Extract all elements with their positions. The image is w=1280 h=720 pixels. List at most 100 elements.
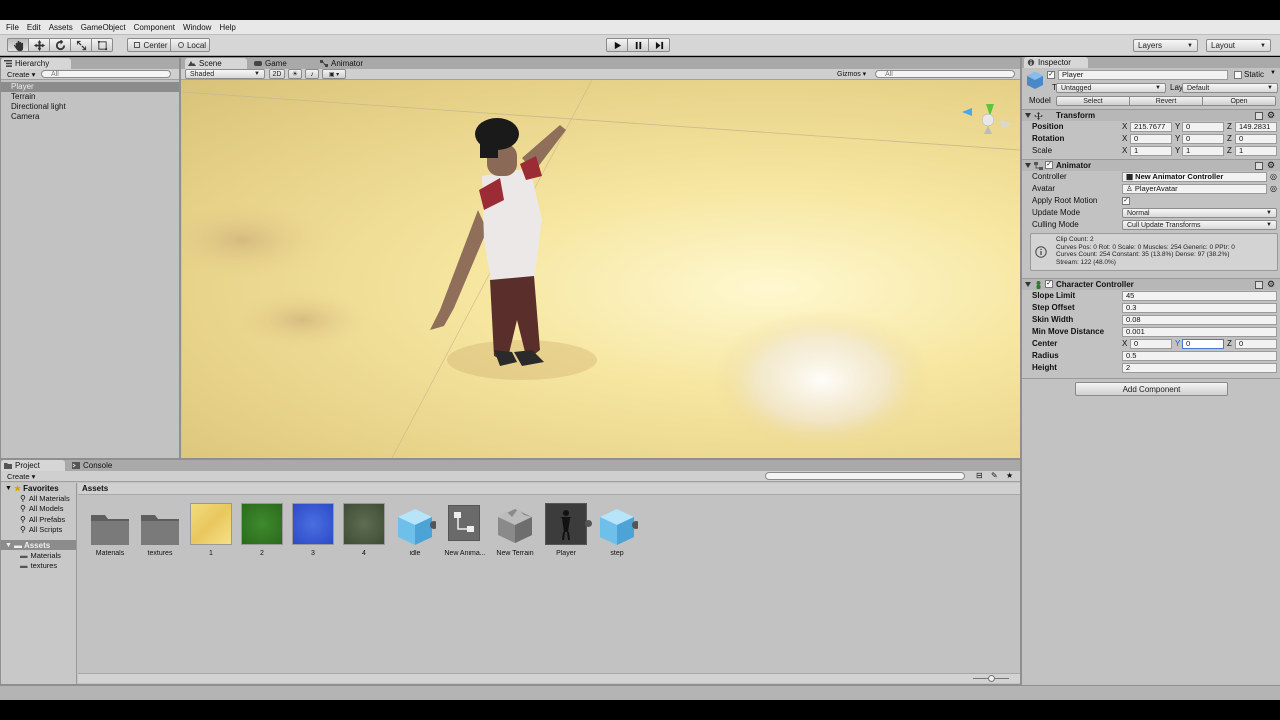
scene-viewport[interactable] [182, 80, 1020, 458]
assets-node[interactable]: ▼ ▬ Assets [1, 540, 76, 550]
apply-root-motion-checkbox[interactable]: ✓ [1122, 197, 1130, 205]
tab-game[interactable]: Game [251, 58, 307, 69]
scene-lighting-button[interactable]: ☀ [288, 69, 302, 79]
component-gear-icon[interactable]: ⚙ [1267, 279, 1275, 290]
favorites-node[interactable]: ▼ ★ Favorites [1, 483, 76, 493]
hierarchy-item-terrain[interactable]: Terrain [1, 92, 179, 102]
avatar-field[interactable]: ♙ PlayerAvatar [1122, 184, 1267, 194]
menu-assets[interactable]: Assets [47, 20, 79, 35]
scene-effects-button[interactable]: ▣ ▾ [322, 69, 346, 79]
pivot-local-button[interactable]: Local [170, 38, 210, 52]
rotation-z-field[interactable]: 0 [1235, 134, 1277, 144]
tab-project[interactable]: Project [1, 460, 65, 471]
center-z-field[interactable]: 0 [1235, 339, 1277, 349]
object-name-field[interactable]: Player [1058, 70, 1228, 80]
menu-window[interactable]: Window [181, 20, 217, 35]
center-y-field[interactable]: 0 [1182, 339, 1224, 349]
model-open-button[interactable]: Open [1202, 96, 1276, 106]
pivot-center-button[interactable]: Center [127, 38, 171, 52]
position-z-field[interactable]: 149.2831 [1235, 122, 1277, 132]
rect-tool-button[interactable] [91, 38, 113, 52]
player-character[interactable] [430, 118, 566, 366]
favorite-item[interactable]: ⚲ All Scripts [1, 525, 76, 536]
scene-audio-button[interactable]: ♪ [305, 69, 319, 79]
animator-header[interactable]: ✓ Animator ⚙ [1022, 159, 1280, 171]
model-revert-button[interactable]: Revert [1129, 96, 1203, 106]
scale-y-field[interactable]: 1 [1182, 146, 1224, 156]
play-button[interactable] [606, 38, 628, 52]
pause-button[interactable] [627, 38, 649, 52]
hierarchy-create-button[interactable]: Create ▾ [7, 70, 35, 79]
zoom-slider-handle[interactable] [988, 675, 995, 682]
static-dropdown-arrow-icon[interactable]: ▼ [1270, 70, 1276, 76]
menu-component[interactable]: Component [132, 20, 181, 35]
static-checkbox[interactable] [1234, 71, 1242, 79]
hierarchy-search-input[interactable]: All [41, 70, 171, 78]
search-by-label-icon[interactable]: ✎ [991, 471, 998, 480]
transform-header[interactable]: Transform ⚙ [1022, 109, 1280, 121]
gizmos-dropdown[interactable]: Gizmos ▾ [837, 70, 866, 78]
step-button[interactable] [648, 38, 670, 52]
reference-book-icon[interactable] [1255, 281, 1263, 289]
update-mode-dropdown[interactable]: Normal ▼ [1122, 208, 1277, 218]
tab-animator[interactable]: Animator [317, 58, 387, 69]
position-x-field[interactable]: 215.7677 [1130, 122, 1172, 132]
scene-search-input[interactable]: All [875, 70, 1015, 78]
add-component-button[interactable]: Add Component [1075, 382, 1228, 396]
scale-tool-button[interactable] [70, 38, 92, 52]
tab-inspector[interactable]: Inspector [1024, 57, 1088, 68]
scene-orientation-gizmo[interactable] [962, 104, 1012, 134]
favorite-star-icon[interactable]: ★ [1006, 471, 1013, 480]
scale-z-field[interactable]: 1 [1235, 146, 1277, 156]
favorite-item[interactable]: ⚲ All Models [1, 504, 76, 515]
hierarchy-item-directional-light[interactable]: Directional light [1, 102, 179, 112]
tab-console[interactable]: Console [69, 460, 129, 471]
project-create-button[interactable]: Create ▾ [7, 472, 35, 481]
model-select-button[interactable]: Select [1056, 96, 1130, 106]
expand-asset-icon[interactable] [585, 520, 592, 527]
animator-enabled-checkbox[interactable]: ✓ [1045, 161, 1053, 169]
menu-file[interactable]: File [4, 20, 25, 35]
search-by-type-icon[interactable]: ⊟ [976, 471, 983, 480]
culling-mode-dropdown[interactable]: Cull Update Transforms ▼ [1122, 220, 1277, 230]
menu-help[interactable]: Help [217, 20, 241, 35]
rotation-y-field[interactable]: 0 [1182, 134, 1224, 144]
controller-field[interactable]: ▦ New Animator Controller [1122, 172, 1267, 182]
hand-tool-button[interactable] [7, 38, 29, 52]
character-controller-enabled-checkbox[interactable]: ✓ [1045, 280, 1053, 288]
menu-gameobject[interactable]: GameObject [79, 20, 132, 35]
shading-mode-dropdown[interactable]: Shaded ▼ [185, 69, 265, 79]
mode-2d-button[interactable]: 2D [269, 69, 285, 79]
layer-dropdown[interactable]: Default ▼ [1182, 83, 1278, 93]
rotation-x-field[interactable]: 0 [1130, 134, 1172, 144]
menu-edit[interactable]: Edit [25, 20, 47, 35]
character-controller-header[interactable]: ✓ Character Controller ⚙ [1022, 278, 1280, 290]
component-gear-icon[interactable]: ⚙ [1267, 110, 1275, 121]
tab-hierarchy[interactable]: Hierarchy [1, 58, 71, 69]
object-picker-icon[interactable]: ◎ [1270, 184, 1277, 193]
center-x-field[interactable]: 0 [1130, 339, 1172, 349]
favorite-item[interactable]: ⚲ All Materials [1, 493, 76, 504]
radius-field[interactable]: 0.5 [1122, 351, 1277, 361]
hierarchy-item-camera[interactable]: Camera [1, 112, 179, 122]
layers-dropdown[interactable]: Layers ▼ [1133, 39, 1198, 52]
reference-book-icon[interactable] [1255, 162, 1263, 170]
reference-book-icon[interactable] [1255, 112, 1263, 120]
layout-dropdown[interactable]: Layout ▼ [1206, 39, 1271, 52]
object-picker-icon[interactable]: ◎ [1270, 172, 1277, 181]
rotate-tool-button[interactable] [49, 38, 71, 52]
tab-scene[interactable]: Scene [185, 58, 247, 69]
position-y-field[interactable]: 0 [1182, 122, 1224, 132]
asset-folder-item[interactable]: ▬ textures [1, 561, 76, 572]
step-offset-field[interactable]: 0.3 [1122, 303, 1277, 313]
project-search-input[interactable] [765, 472, 965, 480]
component-gear-icon[interactable]: ⚙ [1267, 160, 1275, 171]
favorite-item[interactable]: ⚲ All Prefabs [1, 514, 76, 525]
hierarchy-item-player[interactable]: Player [1, 82, 179, 92]
breadcrumb[interactable]: Assets [78, 483, 1020, 495]
scale-x-field[interactable]: 1 [1130, 146, 1172, 156]
asset-folder-item[interactable]: ▬ Materials [1, 550, 76, 561]
skin-width-field[interactable]: 0.08 [1122, 315, 1277, 325]
min-move-distance-field[interactable]: 0.001 [1122, 327, 1277, 337]
active-checkbox[interactable]: ✓ [1047, 71, 1055, 79]
